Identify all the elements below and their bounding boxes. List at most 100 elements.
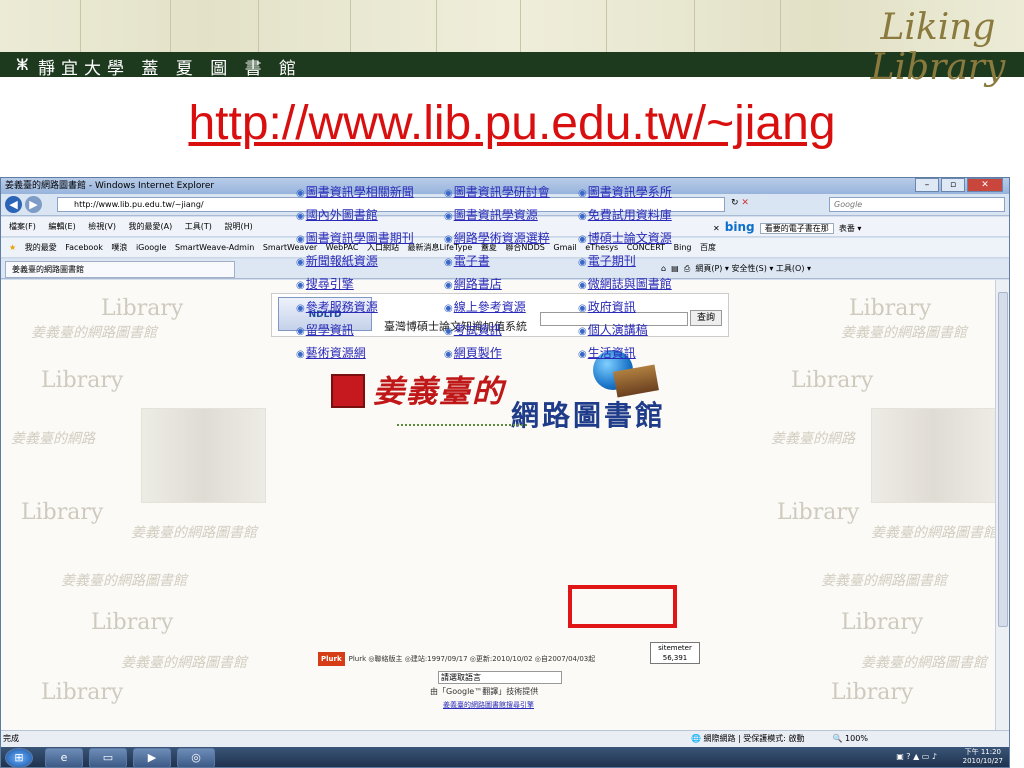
watermark: Library <box>831 680 914 705</box>
search-input[interactable]: Google <box>829 197 1005 212</box>
banner-logo-icon <box>331 374 365 408</box>
paper-divider <box>694 0 695 52</box>
link-lis-conferences[interactable]: 圖書資訊學研討會 <box>444 183 550 200</box>
close-toolbar-icon[interactable]: ✕ <box>713 224 720 233</box>
toolbar-search-field[interactable]: 看要的電子書在那 <box>759 223 834 234</box>
watermark: Library <box>41 680 124 705</box>
liking-library-logo: Liking Library <box>862 8 1014 104</box>
scrollbar-thumb[interactable] <box>998 292 1008 627</box>
link-libraries[interactable]: 國內外圖書館 <box>296 206 378 223</box>
watermark: Library <box>21 500 104 525</box>
paper-divider <box>780 0 781 52</box>
explorer-taskbar-icon[interactable]: ▭ <box>89 748 127 767</box>
sitemeter-counter[interactable]: sitemeter 56,391 <box>650 642 700 664</box>
link-theses[interactable]: 博碩士論文資源 <box>578 229 672 246</box>
bing-logo: bing <box>724 220 755 234</box>
media-taskbar-icon[interactable]: ▶ <box>133 748 171 767</box>
university-seal-icon: ⵥ <box>16 55 29 74</box>
link-search-engines[interactable]: 搜尋引擎 <box>296 275 354 292</box>
link-lis-news[interactable]: 圖書資訊學相關新聞 <box>296 183 414 200</box>
watermark: 姜義臺的網路圖書館 <box>61 573 187 589</box>
link-bookstores[interactable]: 網路書店 <box>444 275 502 292</box>
menu-help[interactable]: 說明(H) <box>224 222 252 231</box>
ie-taskbar-icon[interactable]: e <box>45 748 83 767</box>
library-name: 靜宜大學 蓋 夏 圖 書 館 <box>38 59 303 79</box>
menu-edit[interactable]: 編輯(E) <box>48 222 75 231</box>
slide-url-title[interactable]: http://www.lib.pu.edu.tw/~jiang <box>0 96 1024 151</box>
link-microblogs[interactable]: 微網誌與圖書館 <box>578 275 672 292</box>
link-study-abroad[interactable]: 留學資訊 <box>296 321 354 338</box>
stop-icon[interactable]: ✕ <box>741 198 749 208</box>
address-actions: ↻ ✕ <box>731 198 749 208</box>
link-newspapers[interactable]: 新聞報紙資源 <box>296 252 378 269</box>
window-controls: – ▫ ✕ <box>915 178 1003 194</box>
link-lis-resources[interactable]: 圖書資訊學資源 <box>444 206 538 223</box>
refresh-icon[interactable]: ↻ <box>731 198 739 208</box>
link-web-design[interactable]: 網頁製作 <box>444 344 502 361</box>
link-free-databases[interactable]: 免費試用資料庫 <box>578 206 672 223</box>
clock-date: 2010/10/27 <box>962 757 1003 765</box>
paper-divider <box>350 0 351 52</box>
highlight-box <box>568 585 677 628</box>
site-search-link[interactable]: 姜義臺的網路圖書館搜尋引擎 <box>443 700 534 710</box>
plurk-badge[interactable]: Plurk <box>318 652 345 666</box>
banner-vine-decoration <box>397 424 527 428</box>
link-ejournals[interactable]: 電子期刊 <box>578 252 636 269</box>
book-watermark-image <box>141 408 266 503</box>
toolbar-options[interactable]: 表番 ▾ <box>839 224 862 233</box>
fav-link[interactable]: SmartWeave-Admin <box>175 243 254 252</box>
vertical-scrollbar[interactable] <box>995 280 1009 730</box>
link-life-info[interactable]: 生活資訊 <box>578 344 636 361</box>
windows-taskbar: ⊞ e ▭ ▶ ◎ ▣ ? ▲ ▭ ♪ 下午 11:20 2010/10/27 <box>1 747 1009 767</box>
toolbar-right: ✕ bing 看要的電子書在那 表番 ▾ <box>713 217 861 239</box>
link-lis-departments[interactable]: 圖書資訊學系所 <box>578 183 672 200</box>
clock-time: 下午 11:20 <box>964 748 1002 756</box>
menu-file[interactable]: 檔案(F) <box>9 222 36 231</box>
link-government[interactable]: 政府資訊 <box>578 298 636 315</box>
logo-line1: Liking <box>880 7 996 48</box>
minimize-button[interactable]: – <box>915 178 939 192</box>
footer-links[interactable]: Plurk ◎聯絡版主 ◎建站:1997/09/17 ◎更新:2010/10/0… <box>349 655 596 663</box>
book-watermark-image <box>871 408 995 503</box>
back-button[interactable]: ◀ <box>5 196 22 213</box>
menu-view[interactable]: 檢視(V) <box>88 222 116 231</box>
link-lis-journals[interactable]: 圖書資訊學圖書期刊 <box>296 229 414 246</box>
fav-link[interactable]: 噗浪 <box>111 243 127 252</box>
taskbar-clock[interactable]: 下午 11:20 2010/10/27 <box>963 748 1003 766</box>
counter-value: 56,391 <box>662 654 688 662</box>
menu-tools[interactable]: 工具(T) <box>185 222 212 231</box>
counter-label: sitemeter <box>658 644 692 652</box>
link-arts[interactable]: 藝術資源網 <box>296 344 366 361</box>
link-ebooks[interactable]: 電子書 <box>444 252 490 269</box>
language-select[interactable]: 請選取語言 <box>438 671 562 684</box>
chrome-taskbar-icon[interactable]: ◎ <box>177 748 215 767</box>
watermark: 姜義臺的網路 <box>771 431 855 447</box>
watermark: 姜義臺的網路圖書館 <box>841 325 967 341</box>
link-exams[interactable]: 考試資訊 <box>444 321 502 338</box>
logo-line2: Library <box>870 47 1006 88</box>
link-academic-resources[interactable]: 網路學術資源選粹 <box>444 229 550 246</box>
tab-active[interactable]: 姜義臺的網路圖書館 <box>5 261 235 278</box>
link-lectures[interactable]: 個人演講稿 <box>578 321 648 338</box>
start-button[interactable]: ⊞ <box>5 748 33 767</box>
status-text: 完成 <box>3 734 19 743</box>
link-online-reference[interactable]: 線上參考資源 <box>444 298 526 315</box>
zoom-level[interactable]: 100% <box>845 734 868 743</box>
watermark: Library <box>41 368 124 393</box>
paper-divider <box>436 0 437 52</box>
maximize-button[interactable]: ▫ <box>941 178 965 192</box>
fav-link[interactable]: Facebook <box>65 243 103 252</box>
forward-button[interactable]: ▶ <box>25 196 42 213</box>
watermark: Library <box>841 610 924 635</box>
command-menus[interactable]: 網頁(P) ▾ 安全性(S) ▾ 工具(O) ▾ <box>695 264 811 273</box>
close-button[interactable]: ✕ <box>967 178 1003 192</box>
status-right: 🌐 網際網路 | 受保護模式: 啟動 🔍 100% <box>691 731 868 747</box>
link-reference[interactable]: 參考服務資源 <box>296 298 378 315</box>
favorites-label[interactable]: 我的最愛 <box>25 243 57 252</box>
security-zone[interactable]: 網際網路 | 受保護模式: 啟動 <box>704 734 805 743</box>
fav-link[interactable]: iGoogle <box>136 243 166 252</box>
menu-favorites[interactable]: 我的最愛(A) <box>129 222 173 231</box>
watermark: 姜義臺的網路圖書館 <box>821 573 947 589</box>
fav-link[interactable]: 百度 <box>700 243 716 252</box>
watermark: 姜義臺的網路圖書館 <box>871 525 995 541</box>
